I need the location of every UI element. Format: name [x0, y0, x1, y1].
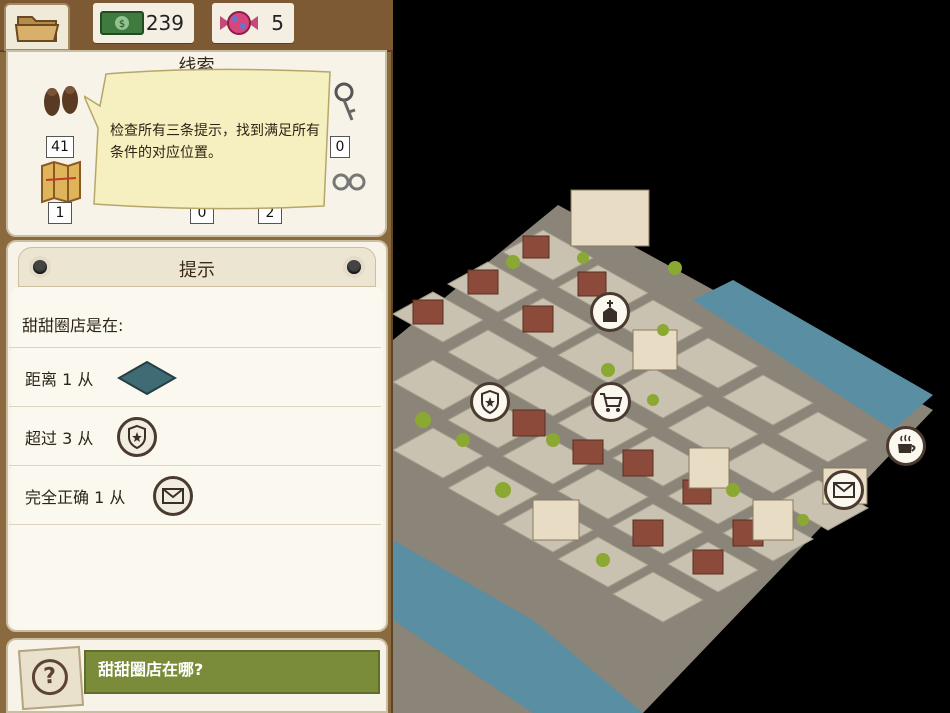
hint-row-police[interactable]: 超过 3 从 — [9, 406, 381, 465]
svg-text:$: $ — [119, 19, 125, 30]
candy-icon — [220, 11, 258, 35]
city-map-canvas — [393, 189, 933, 713]
hints-tab: 提示 — [18, 247, 376, 287]
shopping-cart-icon[interactable] — [591, 382, 631, 422]
candy-amount: 5 — [271, 11, 284, 35]
map-count: 1 — [48, 202, 72, 224]
question-text: 甜甜圈店在哪? — [98, 660, 204, 679]
case-panel: $ 239 5 线索 41 0 1 0 2 检查所有三条提示，找到满足所有条件的… — [0, 0, 393, 713]
question-mark-icon: ? — [30, 657, 70, 697]
cash-icon: $ — [100, 11, 144, 35]
mail-icon[interactable] — [824, 470, 864, 510]
question-badge[interactable]: ? — [17, 645, 85, 711]
hints-title: 提示 — [179, 260, 215, 281]
cash-counter: $ 239 — [93, 3, 194, 43]
church-icon[interactable] — [590, 292, 630, 332]
coffee-icon[interactable] — [886, 426, 926, 466]
police-badge-icon — [117, 417, 157, 457]
footprints-icon — [44, 86, 78, 116]
hint-row-divider — [9, 524, 381, 526]
mail-icon — [153, 476, 193, 516]
hint-text: 完全正确 1 从 — [25, 488, 126, 507]
folder-icon — [14, 16, 60, 42]
hint-text: 超过 3 从 — [25, 429, 94, 448]
city-map[interactable] — [393, 0, 950, 713]
candy-counter: 5 — [212, 3, 294, 43]
map-icon — [41, 160, 81, 204]
handcuffs-icon — [332, 173, 366, 191]
clue-footprints[interactable]: 41 — [36, 78, 86, 160]
game-screen: $ 239 5 线索 41 0 1 0 2 检查所有三条提示，找到满足所有条件的… — [0, 0, 950, 713]
footprints-count: 41 — [46, 136, 74, 158]
cash-amount: 239 — [145, 11, 184, 35]
right-pin-icon — [347, 260, 361, 274]
hint-row-water[interactable]: 距离 1 从 — [9, 347, 381, 406]
hint-text: 距离 1 从 — [25, 370, 94, 389]
water-tile-icon — [117, 360, 177, 396]
hint-row-mail[interactable]: 完全正确 1 从 — [9, 465, 381, 524]
tooltip-text: 检查所有三条提示，找到满足所有条件的对应位置。 — [110, 123, 320, 161]
clue-map[interactable]: 1 — [36, 160, 86, 224]
case-folder-button[interactable] — [4, 3, 70, 51]
hint-subject: 甜甜圈店是在: — [22, 316, 124, 335]
top-bar: $ 239 5 — [0, 0, 393, 52]
police-badge-icon[interactable] — [470, 382, 510, 422]
